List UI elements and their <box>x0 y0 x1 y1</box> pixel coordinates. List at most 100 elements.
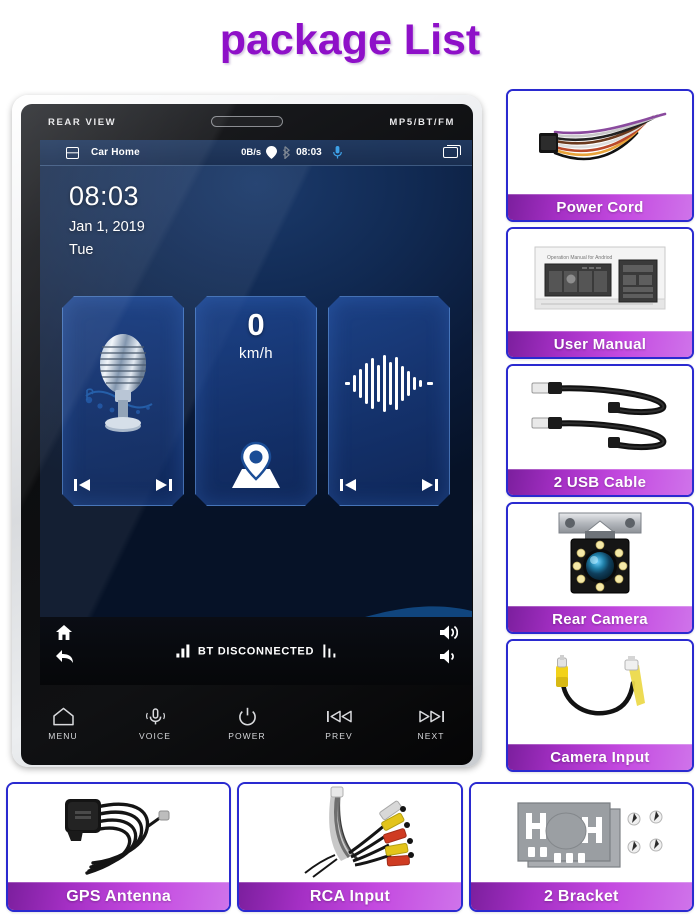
previous-track-icon <box>326 710 352 723</box>
screen-footer-left <box>56 625 73 664</box>
clock-date: Jan 1, 2019 <box>69 219 145 236</box>
volume-down-icon[interactable] <box>440 649 458 664</box>
hw-label-prev: PREV <box>325 731 353 741</box>
accessory-label-usb-cable: 2 USB Cable <box>508 468 692 495</box>
hw-label-next: NEXT <box>417 731 445 741</box>
vintage-microphone-icon <box>80 330 166 438</box>
navigation-launch[interactable] <box>226 441 286 496</box>
next-track-icon[interactable] <box>421 478 438 492</box>
accessory-card-rear-camera[interactable]: Rear Camera <box>506 501 694 635</box>
eq-bars-left-icon <box>176 644 189 658</box>
rear-camera-art <box>508 503 692 607</box>
accessory-label-rear-camera: Rear Camera <box>508 606 692 633</box>
home-outline-icon <box>52 707 74 726</box>
page-title: package List <box>219 16 481 64</box>
previous-track-icon[interactable] <box>74 478 91 492</box>
accessory-label-camera-input: Camera Input <box>508 743 692 770</box>
next-track-icon <box>418 710 444 723</box>
music-widget-controls <box>329 471 449 505</box>
previous-track-icon[interactable] <box>340 478 357 492</box>
next-track-icon[interactable] <box>155 478 172 492</box>
car-stereo-head-unit: REAR VIEW MP5/BT/FM Car Home 0B/s 08:03 … <box>12 95 482 767</box>
clock-weekday: Tue <box>69 242 94 259</box>
accessory-card-usb-cable[interactable]: 2 USB Cable <box>506 364 694 497</box>
menu-icon[interactable] <box>66 146 79 159</box>
audio-waveform-icon <box>345 353 433 415</box>
hw-button-menu[interactable]: MENU <box>37 707 89 741</box>
status-clock: 08:03 <box>296 147 322 158</box>
accessory-card-power-cord[interactable]: Power Cord <box>506 89 694 222</box>
power-cord-art <box>508 91 692 194</box>
svg-text:Operation Manual for Andriod: Operation Manual for Andriod <box>547 255 613 261</box>
bluetooth-icon <box>283 146 291 159</box>
head-unit-face: REAR VIEW MP5/BT/FM Car Home 0B/s 08:03 … <box>21 104 473 765</box>
hw-label-voice: VOICE <box>139 731 171 741</box>
recent-apps-icon[interactable] <box>443 145 461 158</box>
format-label: MP5/BT/FM <box>389 116 455 128</box>
wire-harness-icon <box>539 112 667 161</box>
power-icon <box>238 707 256 726</box>
hardware-button-bar: MENU VOICE POWER PREV NEXT <box>21 691 473 757</box>
accessory-card-gps-antenna[interactable]: GPS Antenna <box>6 782 232 912</box>
music-widget[interactable] <box>328 296 450 506</box>
speed-value: 0 <box>247 307 265 342</box>
clock-widget[interactable]: 08:03 Jan 1, 2019 Tue <box>69 181 145 259</box>
radio-widget-controls <box>63 471 183 505</box>
hw-button-prev[interactable]: PREV <box>313 707 365 741</box>
rca-extension-cable-icon <box>556 654 645 716</box>
hw-button-power[interactable]: POWER <box>221 707 273 741</box>
hw-button-voice[interactable]: VOICE <box>129 707 181 741</box>
camera-input-art <box>508 641 692 744</box>
rca-input-art <box>239 784 461 882</box>
accessory-label-gps-antenna: GPS Antenna <box>8 882 230 910</box>
bt-status-label: BT DISCONNECTED <box>197 645 315 657</box>
home-icon[interactable] <box>56 625 72 640</box>
radio-widget-art <box>63 297 183 471</box>
manual-booklet-icon: Operation Manual for Andriod <box>534 246 666 310</box>
radio-widget[interactable] <box>62 296 184 506</box>
rca-fan-cable-icon <box>304 786 414 878</box>
gps-antenna-art <box>8 784 230 882</box>
hw-label-power: POWER <box>228 731 266 741</box>
accessory-card-rca-input[interactable]: RCA Input <box>237 782 463 912</box>
accessory-label-user-manual: User Manual <box>508 331 692 358</box>
head-unit-top-bezel: REAR VIEW MP5/BT/FM <box>21 104 473 140</box>
android-status-bar: Car Home 0B/s 08:03 <box>40 140 472 166</box>
accessory-card-user-manual[interactable]: Operation Manual for Andriod User Manual <box>506 226 694 360</box>
accessory-card-camera-input[interactable]: Camera Input <box>506 639 694 772</box>
hw-button-next[interactable]: NEXT <box>405 707 457 741</box>
volume-up-icon[interactable] <box>440 625 458 640</box>
usb-cables-icon <box>531 382 667 451</box>
touchscreen-display[interactable]: Car Home 0B/s 08:03 08:03 Jan 1, 2019 Tu… <box>40 140 472 685</box>
status-indicator-group: 0B/s 08:03 <box>241 146 342 159</box>
hw-label-menu: MENU <box>48 731 78 741</box>
gps-antenna-icon <box>64 799 170 875</box>
user-manual-art: Operation Manual for Andriod <box>508 228 692 332</box>
accessory-column-right: Power Cord Operation Manual for Andriod <box>500 78 700 778</box>
rear-camera-icon <box>558 512 642 594</box>
speaker-slot-icon <box>211 116 283 127</box>
usb-cable-art <box>508 366 692 469</box>
main-content: REAR VIEW MP5/BT/FM Car Home 0B/s 08:03 … <box>0 78 700 778</box>
accessory-label-bracket: 2 Bracket <box>470 882 692 910</box>
head-unit-column: REAR VIEW MP5/BT/FM Car Home 0B/s 08:03 … <box>0 78 500 778</box>
accessory-card-bracket[interactable]: 2 Bracket <box>468 782 694 912</box>
screen-footer-bar: BT DISCONNECTED <box>40 617 472 685</box>
bluetooth-status: BT DISCONNECTED <box>176 644 336 658</box>
screen-footer-right <box>440 625 458 664</box>
rear-view-label: REAR VIEW <box>48 116 117 128</box>
accessory-label-rca-input: RCA Input <box>239 882 461 910</box>
mounting-brackets-icon <box>517 802 663 868</box>
music-widget-art <box>329 297 449 471</box>
map-pin-icon <box>226 441 286 491</box>
speed-navigation-widget[interactable]: 0 km/h <box>195 296 317 506</box>
clock-time: 08:03 <box>69 181 140 211</box>
microphone-icon[interactable] <box>332 146 342 159</box>
bracket-art <box>470 784 692 882</box>
accessory-label-power-cord: Power Cord <box>508 193 692 220</box>
location-pin-icon <box>266 146 278 159</box>
eq-bars-right-icon <box>323 644 336 658</box>
status-app-title: Car Home <box>91 147 140 158</box>
back-arrow-icon[interactable] <box>56 650 73 664</box>
accessory-row-bottom: GPS Antenna RCA Input 2 Bracket <box>0 778 700 918</box>
